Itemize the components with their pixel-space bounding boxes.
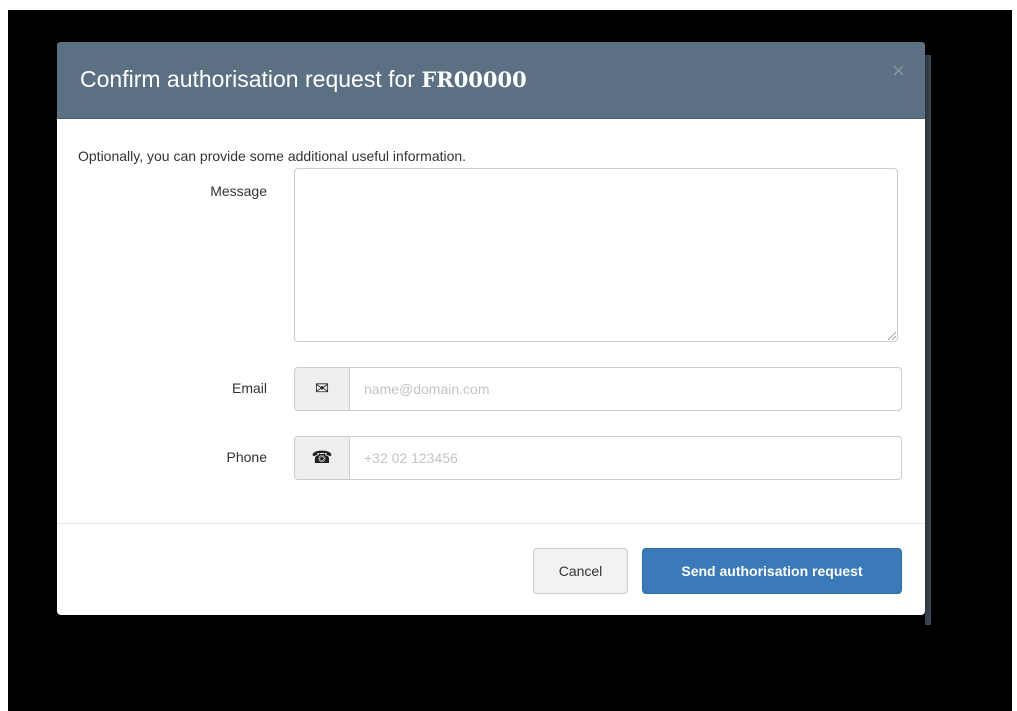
modal-title-code: FR00000	[421, 67, 527, 92]
cancel-button[interactable]: Cancel	[533, 548, 628, 594]
phone-label: Phone	[226, 449, 267, 465]
phone-input-group: ☎	[294, 436, 902, 480]
modal-title: Confirm authorisation request for FR0000…	[80, 66, 527, 93]
modal-header: Confirm authorisation request for FR0000…	[57, 42, 925, 119]
footer-divider	[57, 523, 925, 524]
backdrop-page-edge	[925, 55, 931, 625]
phone-field[interactable]	[350, 437, 900, 479]
phone-addon: ☎	[295, 437, 350, 479]
intro-text: Optionally, you can provide some additio…	[78, 148, 467, 164]
send-authorisation-request-button[interactable]: Send authorisation request	[642, 548, 902, 594]
authorisation-modal: Confirm authorisation request for FR0000…	[57, 42, 925, 615]
modal-title-prefix: Confirm authorisation request for	[80, 66, 422, 92]
phone-icon: ☎	[311, 448, 333, 467]
email-label: Email	[231, 380, 267, 396]
resize-grip-icon[interactable]	[888, 332, 896, 340]
message-textarea[interactable]	[294, 168, 898, 342]
email-input-group: ✉	[294, 367, 902, 411]
email-field[interactable]	[350, 368, 900, 410]
close-icon[interactable]: ×	[892, 60, 905, 82]
message-label: Message	[210, 183, 267, 199]
envelope-icon: ✉	[314, 379, 330, 398]
email-addon: ✉	[295, 368, 350, 410]
